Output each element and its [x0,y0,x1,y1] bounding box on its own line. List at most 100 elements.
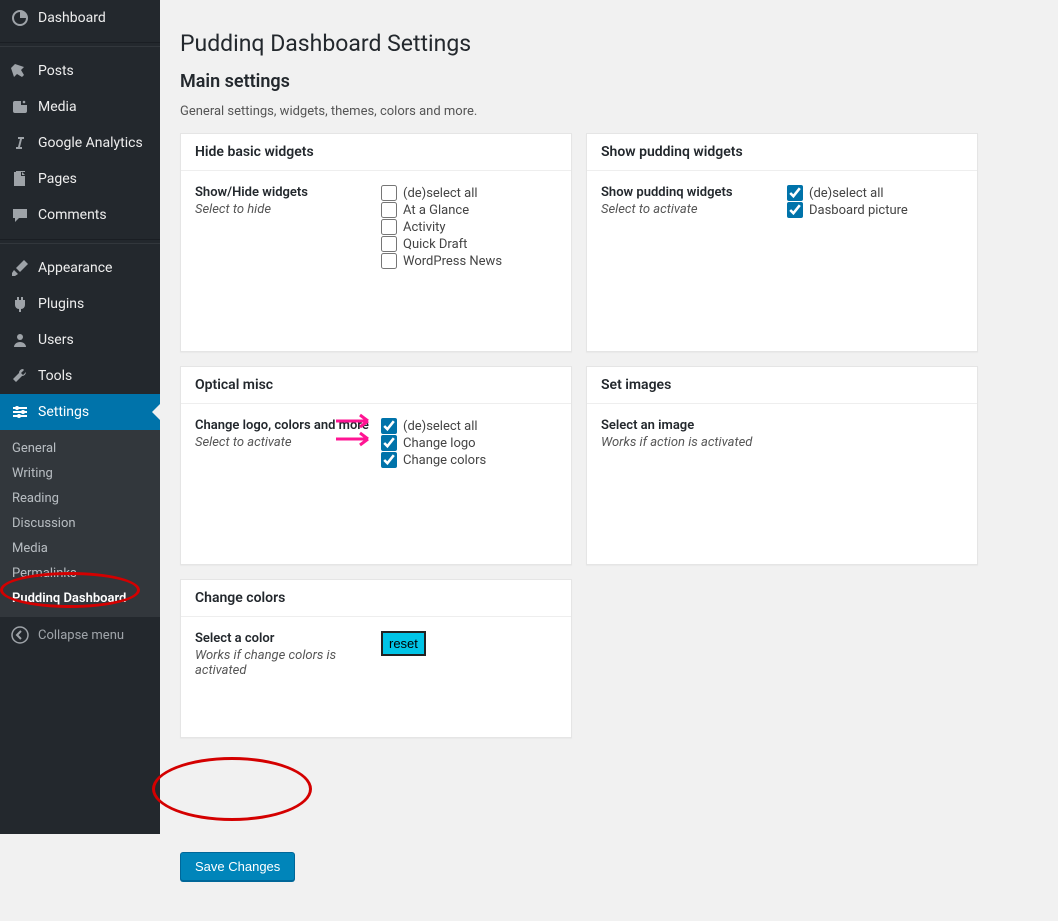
sidebar-item-label: Dashboard [38,10,106,26]
submenu-item-writing[interactable]: Writing [0,461,160,486]
pages-icon [10,169,30,189]
menu-separator [0,42,160,47]
box-header: Optical misc [181,367,571,404]
field-label: Change logo, colors and more [195,418,381,433]
show-puddinq-widgets-box: Show puddinq widgets Show puddinq widget… [586,133,978,352]
field-label: Show puddinq widgets [601,185,787,200]
dashboard-icon [10,8,30,28]
checkbox-input[interactable] [787,185,803,201]
checkbox-label: (de)select all [403,186,478,201]
submenu-item-permalinks[interactable]: Permalinks [0,561,160,586]
italic-icon [10,133,30,153]
checkbox-label: At a Glance [403,203,469,218]
checkbox-input[interactable] [381,236,397,252]
sidebar-item-comments[interactable]: Comments [0,197,160,233]
box-header: Show puddinq widgets [587,134,977,171]
page-description: General settings, widgets, themes, color… [180,104,1038,119]
sidebar-item-appearance[interactable]: Appearance [0,250,160,286]
tools-icon [10,366,30,386]
checkbox-label: Change logo [403,436,476,451]
sidebar-item-label: Google Analytics [38,135,143,151]
sidebar-item-label: Appearance [38,260,112,276]
field-hint: Works if change colors is activated [195,648,381,678]
checkbox-activity[interactable]: Activity [381,219,557,235]
comments-icon [10,205,30,225]
collapse-menu[interactable]: Collapse menu [0,617,160,653]
checkbox-dashboard-picture[interactable]: Dasboard picture [787,202,963,218]
page-title: Puddinq Dashboard Settings [180,30,1038,57]
brush-icon [10,258,30,278]
field-hint: Select to activate [601,202,787,217]
field-label: Select an image [601,418,963,433]
sidebar-item-label: Media [38,99,77,115]
field-label: Select a color [195,631,381,646]
collapse-label: Collapse menu [38,628,124,643]
content-area: Puddinq Dashboard Settings Main settings… [160,0,1058,921]
submenu-item-media[interactable]: Media [0,536,160,561]
hide-basic-widgets-box: Hide basic widgets Show/Hide widgets Sel… [180,133,572,352]
pin-icon [10,61,30,81]
optical-misc-box: Optical misc Change logo, colors and mor… [180,366,572,565]
checkbox-label: Quick Draft [403,237,467,252]
checkbox-wordpress-news[interactable]: WordPress News [381,253,557,269]
sidebar-item-settings[interactable]: Settings [0,394,160,430]
checkbox-at-a-glance[interactable]: At a Glance [381,202,557,218]
checkbox-label: Dasboard picture [809,203,908,218]
submenu-item-discussion[interactable]: Discussion [0,511,160,536]
change-colors-box: Change colors Select a color Works if ch… [180,579,572,738]
field-hint: Select to hide [195,202,381,217]
checkbox-input[interactable] [381,418,397,434]
save-changes-button[interactable]: Save Changes [180,852,295,881]
sidebar-item-label: Comments [38,207,107,223]
checkbox-deselect-all[interactable]: (de)select all [381,418,557,434]
sidebar-item-google-analytics[interactable]: Google Analytics [0,125,160,161]
checkbox-change-logo[interactable]: Change logo [381,435,557,451]
sidebar-item-media[interactable]: Media [0,89,160,125]
field-hint: Select to activate [195,435,381,450]
submenu-item-reading[interactable]: Reading [0,486,160,511]
submenu-item-puddinq-dashboard[interactable]: Puddinq Dashboard [0,586,160,611]
checkbox-input[interactable] [381,202,397,218]
sidebar-item-tools[interactable]: Tools [0,358,160,394]
box-header: Hide basic widgets [181,134,571,171]
sidebar-item-label: Users [38,332,74,348]
box-header: Set images [587,367,977,404]
plug-icon [10,294,30,314]
sidebar-item-users[interactable]: Users [0,322,160,358]
page-subtitle: Main settings [180,71,1038,92]
checkbox-deselect-all[interactable]: (de)select all [787,185,963,201]
checkbox-input[interactable] [381,219,397,235]
sidebar-item-label: Pages [38,171,77,187]
settings-submenu: General Writing Reading Discussion Media… [0,430,160,617]
checkbox-label: WordPress News [403,254,502,269]
checkbox-label: Change colors [403,453,486,468]
submenu-item-general[interactable]: General [0,436,160,461]
menu-separator [0,239,160,244]
sidebar-item-posts[interactable]: Posts [0,53,160,89]
checkbox-input[interactable] [381,435,397,451]
sidebar-item-label: Settings [38,404,89,420]
checkbox-label: Activity [403,220,446,235]
set-images-box: Set images Select an image Works if acti… [586,366,978,565]
sidebar-item-dashboard[interactable]: Dashboard [0,0,160,36]
checkbox-deselect-all[interactable]: (de)select all [381,185,557,201]
checkbox-input[interactable] [381,452,397,468]
checkbox-change-colors[interactable]: Change colors [381,452,557,468]
sidebar-item-label: Posts [38,63,74,79]
sidebar-item-pages[interactable]: Pages [0,161,160,197]
sidebar-item-label: Plugins [38,296,84,312]
field-hint: Works if action is activated [601,435,963,450]
checkbox-label: (de)select all [809,186,884,201]
checkbox-input[interactable] [381,185,397,201]
reset-button[interactable]: reset [381,631,426,656]
field-label: Show/Hide widgets [195,185,381,200]
sidebar-item-plugins[interactable]: Plugins [0,286,160,322]
checkbox-input[interactable] [787,202,803,218]
sidebar-item-label: Tools [38,368,72,384]
settings-icon [10,402,30,422]
box-header: Change colors [181,580,571,617]
checkbox-quick-draft[interactable]: Quick Draft [381,236,557,252]
checkbox-input[interactable] [381,253,397,269]
collapse-icon [10,625,30,645]
admin-sidebar: Dashboard Posts Media Google Analytics P… [0,0,160,834]
